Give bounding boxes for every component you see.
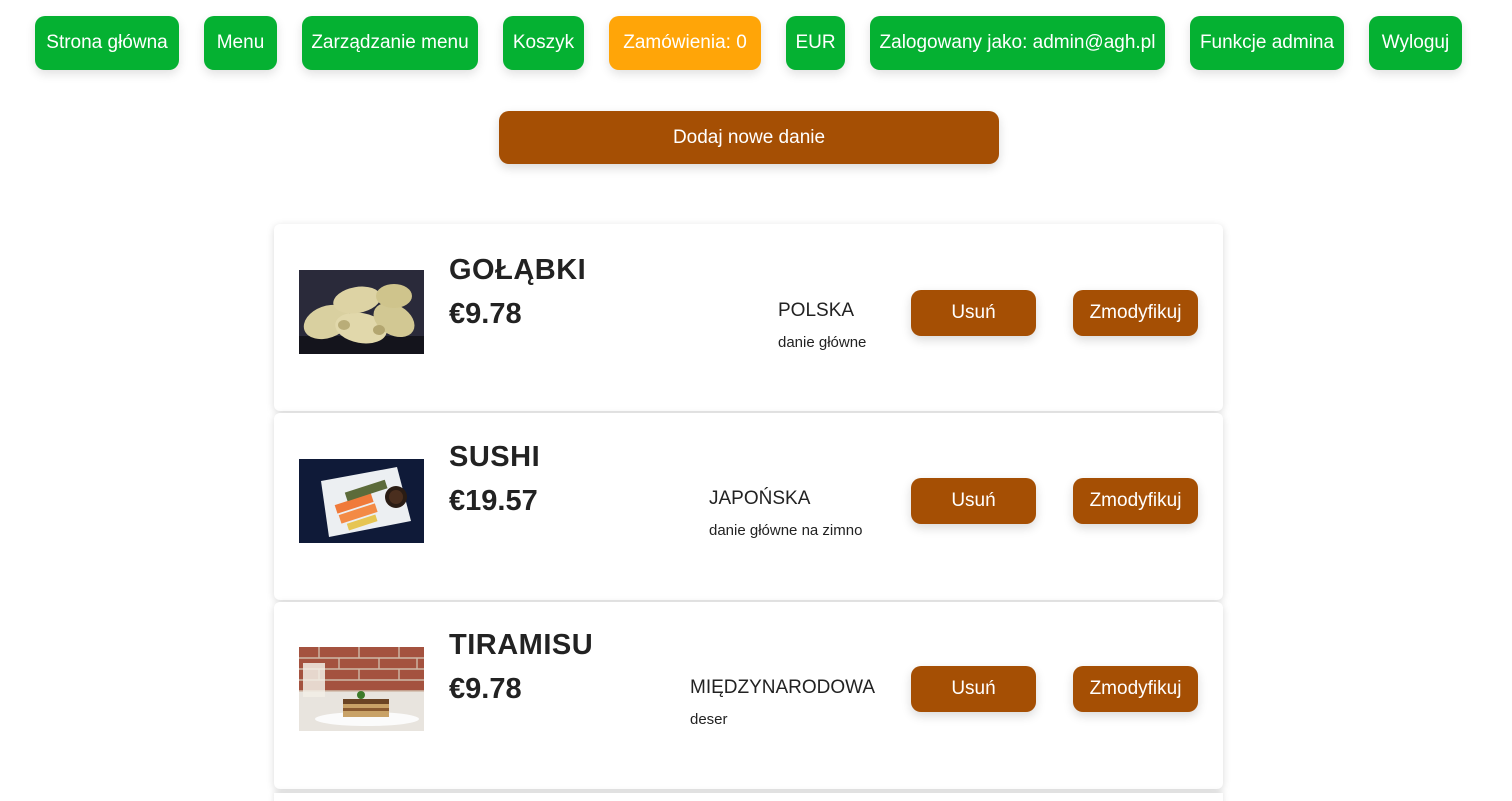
nav-currency-button[interactable]: EUR xyxy=(786,16,845,70)
nav-cart-button[interactable]: Koszyk xyxy=(503,16,584,70)
nav-home-button[interactable]: Strona główna xyxy=(35,16,179,70)
tiramisu-image xyxy=(299,647,424,731)
modify-dish-button[interactable]: Zmodyfikuj xyxy=(1073,290,1198,336)
dish-name: GOŁĄBKI xyxy=(449,254,587,286)
modify-dish-button[interactable]: Zmodyfikuj xyxy=(1073,478,1198,524)
nav-admin-functions-button[interactable]: Funkcje admina xyxy=(1190,16,1344,70)
nav-logged-in-button[interactable]: Zalogowany jako: admin@agh.pl xyxy=(870,16,1165,70)
dish-price: €19.57 xyxy=(449,485,538,517)
dish-price: €9.78 xyxy=(449,298,522,330)
add-new-dish-button[interactable]: Dodaj nowe danie xyxy=(499,111,999,164)
sushi-image xyxy=(299,459,424,543)
delete-dish-button[interactable]: Usuń xyxy=(911,478,1036,524)
delete-dish-button[interactable]: Usuń xyxy=(911,666,1036,712)
dish-category: deser xyxy=(690,711,728,728)
dish-cuisine: POLSKA xyxy=(778,300,855,321)
dish-card: TIRAMISU €9.78 MIĘDZYNARODOWA deser Usuń… xyxy=(274,602,1223,789)
dish-card: GOŁĄBKI €9.78 POLSKA danie główne Usuń Z… xyxy=(274,224,1223,411)
dish-category: danie główne na zimno xyxy=(709,522,863,539)
modify-dish-button[interactable]: Zmodyfikuj xyxy=(1073,666,1198,712)
dish-cuisine: JAPOŃSKA xyxy=(709,488,811,509)
nav-logout-button[interactable]: Wyloguj xyxy=(1369,16,1462,70)
dish-card-partial xyxy=(274,793,1223,801)
nav-menu-button[interactable]: Menu xyxy=(204,16,277,70)
nav-orders-button[interactable]: Zamówienia: 0 xyxy=(609,16,761,70)
dish-price: €9.78 xyxy=(449,673,522,705)
delete-dish-button[interactable]: Usuń xyxy=(911,290,1036,336)
dish-category: danie główne xyxy=(778,334,867,351)
dish-name: TIRAMISU xyxy=(449,629,594,661)
dish-card: SUSHI €19.57 JAPOŃSKA danie główne na zi… xyxy=(274,413,1223,600)
dish-cuisine: MIĘDZYNARODOWA xyxy=(690,677,876,698)
nav-menu-management-button[interactable]: Zarządzanie menu xyxy=(302,16,478,70)
golabki-image xyxy=(299,270,424,354)
top-navigation: Strona główna Menu Zarządzanie menu Kosz… xyxy=(0,16,1512,70)
dish-name: SUSHI xyxy=(449,441,541,473)
